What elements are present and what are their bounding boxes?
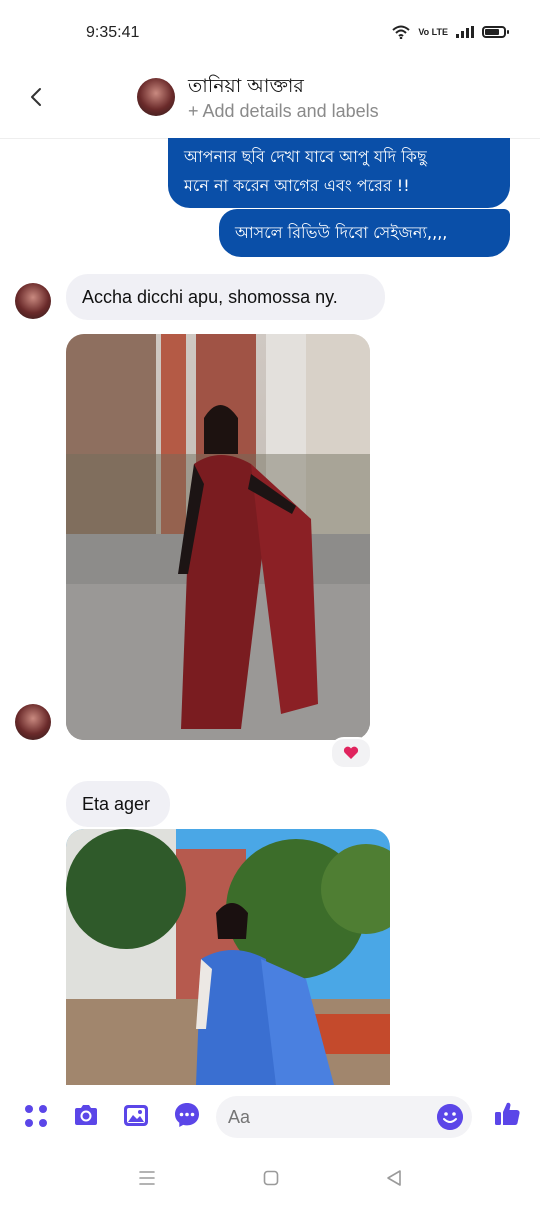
back-arrow-icon[interactable] xyxy=(26,86,48,108)
battery-icon xyxy=(482,26,509,38)
volte-indicator: Vo LTE xyxy=(418,27,448,37)
wifi-icon xyxy=(392,25,410,39)
photo-content xyxy=(66,334,370,740)
recent-apps-icon[interactable] xyxy=(138,1168,156,1188)
status-icons: Vo LTE xyxy=(392,25,509,39)
message-line: মনে না করেন আগের এবং পরের !! xyxy=(184,176,410,195)
outgoing-message[interactable]: আপনার ছবি দেখা যাবে আপু যদি কিছু মনে না … xyxy=(168,138,510,208)
shared-photo-blue-saree[interactable] xyxy=(66,829,390,1085)
home-icon[interactable] xyxy=(262,1168,280,1188)
signal-icon xyxy=(456,26,474,38)
message-reaction[interactable] xyxy=(330,737,372,769)
incoming-message[interactable]: Accha dicchi apu, shomossa ny. xyxy=(66,274,385,320)
status-time: 9:35:41 xyxy=(86,24,140,41)
sender-avatar[interactable] xyxy=(15,283,51,319)
incoming-message[interactable]: Eta ager xyxy=(66,781,170,827)
sender-avatar[interactable] xyxy=(15,704,51,740)
emoji-icon[interactable] xyxy=(437,1104,463,1130)
messenger-icon[interactable] xyxy=(172,1100,202,1130)
message-input[interactable] xyxy=(216,1096,472,1138)
contact-name[interactable]: তানিয়া আক্তার xyxy=(188,72,304,104)
menu-dots-icon[interactable] xyxy=(21,1100,51,1130)
outgoing-message[interactable]: আসলে রিভিউ দিবো সেইজন্য,,,, xyxy=(219,209,510,257)
battery-level xyxy=(485,29,499,35)
shared-photo-red-saree[interactable] xyxy=(66,334,370,740)
heart-icon xyxy=(343,746,359,759)
back-nav-icon[interactable] xyxy=(385,1168,403,1188)
camera-icon[interactable] xyxy=(71,1100,101,1130)
thumbs-up-icon[interactable] xyxy=(492,1099,522,1129)
message-line: আপনার ছবি দেখা যাবে আপু যদি কিছু xyxy=(184,147,427,166)
gallery-icon[interactable] xyxy=(121,1100,151,1130)
contact-avatar[interactable] xyxy=(137,78,175,116)
add-details-link[interactable]: + Add details and labels xyxy=(188,101,379,122)
photo-content xyxy=(66,829,390,1085)
